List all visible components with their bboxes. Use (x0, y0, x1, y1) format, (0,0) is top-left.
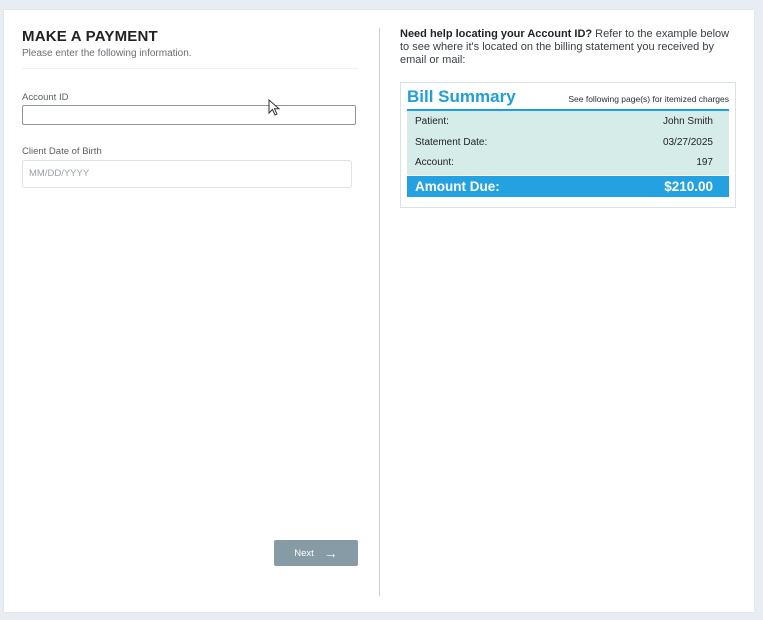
bill-row-value: 197 (696, 157, 713, 168)
bill-row-account: Account: 197 (415, 157, 713, 169)
bill-row-value: 03/27/2025 (662, 137, 713, 148)
column-divider (379, 28, 380, 596)
bill-row-patient: Patient: John Smith (415, 116, 713, 128)
bill-row-label: Statement Date: (415, 137, 488, 148)
account-id-input[interactable] (22, 105, 356, 125)
page-subtitle: Please enter the following information. (22, 48, 192, 59)
bill-details: Patient: John Smith Statement Date: 03/2… (407, 111, 729, 175)
title-divider (22, 68, 358, 69)
arrow-right-icon: → (323, 545, 338, 561)
bill-row-label: Patient: (415, 116, 449, 127)
amount-due-value: $210.00 (664, 179, 713, 194)
account-id-label: Account ID (22, 92, 69, 103)
bill-row-label: Account: (415, 157, 454, 168)
bill-note: See following page(s) for itemized charg… (568, 94, 729, 104)
next-button-label: Next (294, 547, 314, 559)
help-lead: Need help locating your Account ID? (400, 28, 593, 40)
help-text: Need help locating your Account ID? Refe… (400, 28, 740, 67)
mouse-cursor-icon (268, 99, 281, 116)
amount-due-label: Amount Due: (415, 179, 500, 194)
bill-summary-example: Bill Summary See following page(s) for i… (400, 82, 736, 208)
payment-card: MAKE A PAYMENT Please enter the followin… (4, 10, 754, 612)
payment-form: MAKE A PAYMENT Please enter the followin… (22, 28, 360, 598)
bill-header: Bill Summary See following page(s) for i… (407, 87, 729, 107)
next-button[interactable]: Next → (274, 540, 358, 566)
bill-row-value: John Smith (662, 116, 713, 127)
dob-input[interactable]: MM/DD/YYYY (22, 160, 352, 188)
bill-title: Bill Summary (407, 87, 516, 106)
help-panel: Need help locating your Account ID? Refe… (400, 28, 740, 208)
bill-row-statement-date: Statement Date: 03/27/2025 (415, 137, 713, 149)
amount-due-bar: Amount Due: $210.00 (407, 176, 729, 197)
dob-label: Client Date of Birth (22, 146, 102, 157)
page-title: MAKE A PAYMENT (22, 28, 158, 45)
